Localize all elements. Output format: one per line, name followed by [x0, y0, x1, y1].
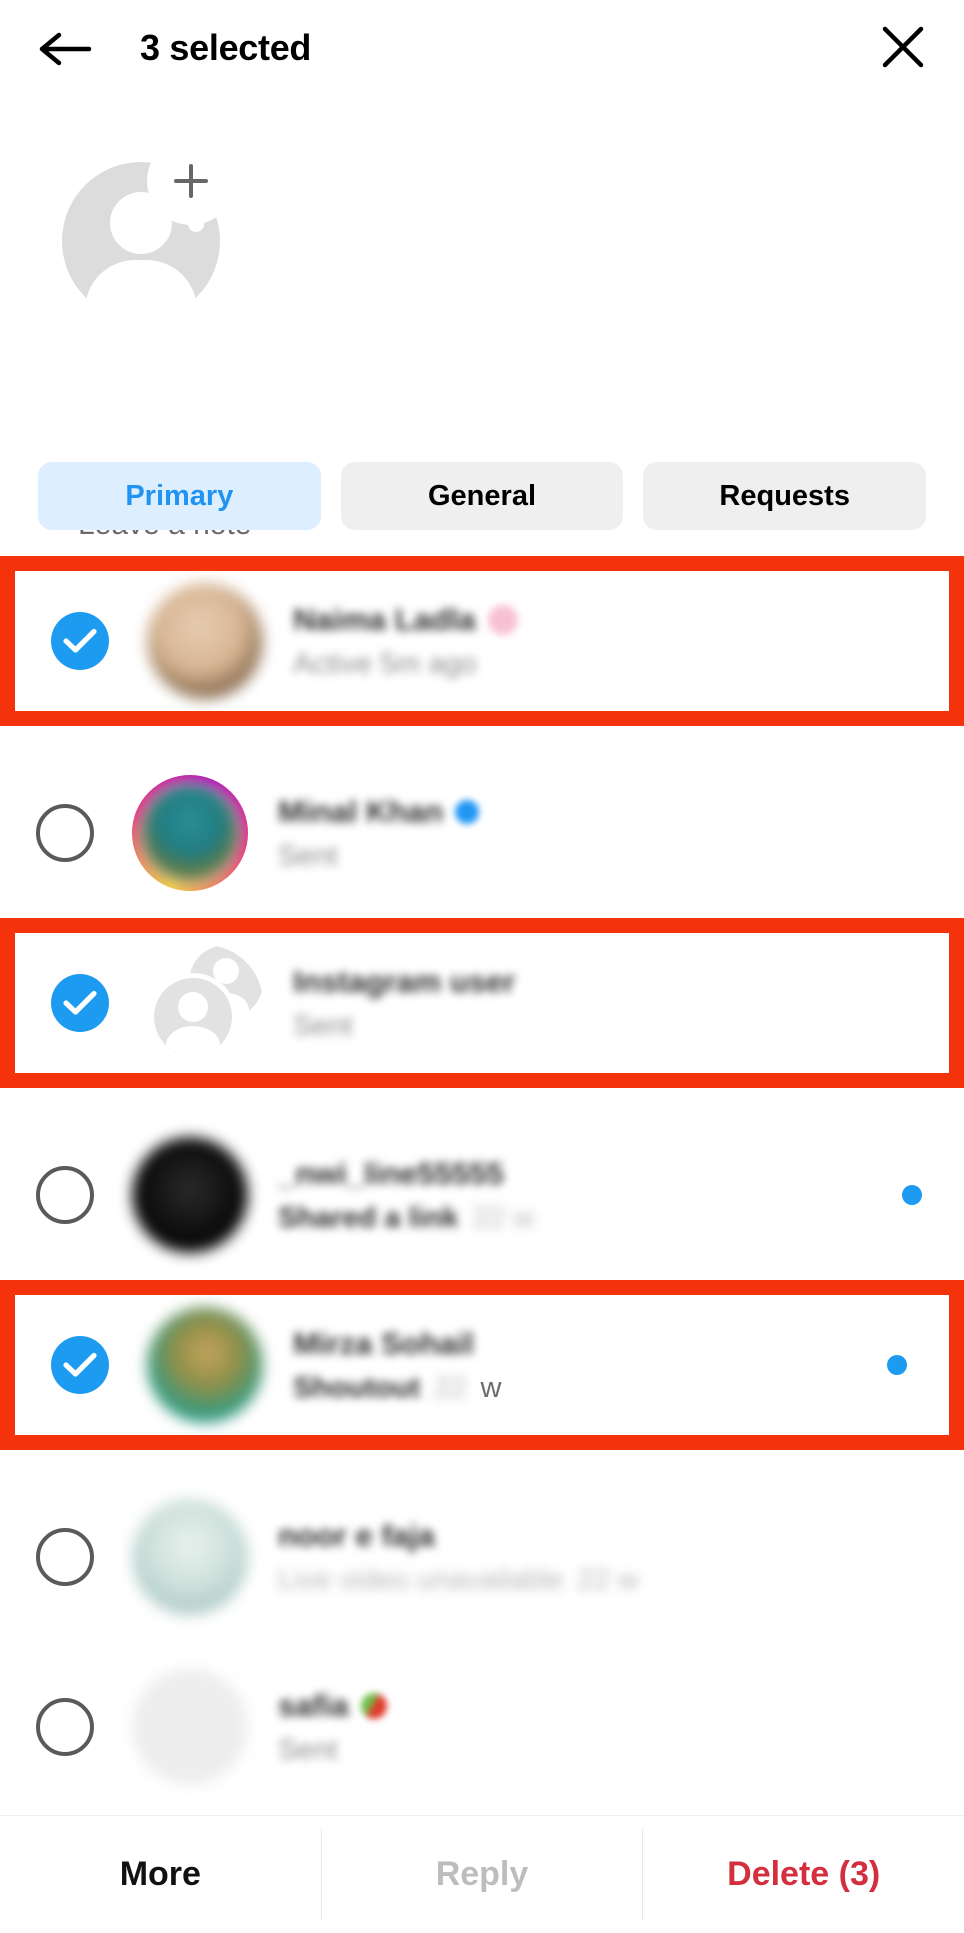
close-button[interactable]: [868, 14, 938, 84]
table-row[interactable]: _nwi_line55555 Shared a link 22 w: [0, 1110, 964, 1280]
row-checkbox-checked[interactable]: [51, 612, 109, 670]
tab-general[interactable]: General: [340, 462, 624, 530]
group-avatar[interactable]: [147, 945, 263, 1061]
pink-emoji-icon: [487, 604, 518, 635]
tab-primary[interactable]: Primary: [38, 462, 321, 530]
conversation-subtitle: Sent: [293, 1009, 353, 1042]
row-checkbox-checked[interactable]: [51, 974, 109, 1032]
avatar[interactable]: [132, 1669, 248, 1785]
arrow-left-icon: [37, 29, 93, 69]
avatar[interactable]: [147, 1307, 263, 1423]
conversation-subtitle: Sent: [278, 839, 338, 872]
conversation-timestamp-unit: w: [480, 1371, 502, 1404]
close-icon: [880, 24, 926, 75]
conversation-subtitle: Shared a link: [278, 1201, 459, 1234]
leave-a-note-section[interactable]: Leave a note: [0, 96, 964, 541]
avatar[interactable]: [132, 1137, 248, 1253]
row-gap: [0, 1088, 964, 1110]
conversation-name: _nwi_line55555: [278, 1155, 504, 1191]
unread-dot: [902, 1185, 922, 1205]
avatar-with-story-ring[interactable]: [132, 775, 248, 891]
row-texts: _nwi_line55555 Shared a link 22 w: [278, 1156, 964, 1235]
conversation-subtitle: Active 5m ago: [293, 647, 477, 680]
action-bar: More Reply Delete (3): [0, 1815, 964, 1933]
conversation-name: Mirza Sohail: [293, 1325, 474, 1361]
row-checkbox-unchecked[interactable]: [36, 1528, 94, 1586]
conversation-timestamp: 22 w: [577, 1563, 639, 1596]
row-checkbox-unchecked[interactable]: [36, 1698, 94, 1756]
conversation-name: Instagram user: [293, 963, 516, 999]
conversation-timestamp: 22: [434, 1371, 467, 1404]
conversation-timestamp: 22 w: [472, 1201, 534, 1234]
avatar[interactable]: [147, 583, 263, 699]
row-texts: Naima Ladla Active 5m ago: [293, 602, 949, 681]
table-row[interactable]: Mirza Sohail Shoutout 22 w: [0, 1280, 964, 1450]
header-bar: 3 selected: [0, 0, 964, 96]
tab-requests[interactable]: Requests: [643, 462, 927, 530]
table-row[interactable]: Minal Khan Sent: [0, 748, 964, 918]
instagram-inbox-selection-screen: 3 selected Leave a note Primary General: [0, 0, 964, 1933]
table-row[interactable]: noor e faja Live video unavailable 22 w: [0, 1472, 964, 1642]
row-texts: safia Sent: [278, 1688, 964, 1767]
add-note-button[interactable]: [150, 140, 232, 222]
table-row[interactable]: Naima Ladla Active 5m ago: [0, 556, 964, 726]
conversation-subtitle: Live video unavailable: [278, 1563, 564, 1596]
conversation-name: noor e faja: [278, 1517, 435, 1553]
conversation-subtitle: Shoutout: [293, 1371, 421, 1404]
row-texts: Instagram user Sent: [293, 964, 949, 1043]
conversation-subtitle: Sent: [278, 1733, 338, 1766]
green-red-emoji-icon: [360, 1692, 387, 1719]
conversation-name: safia: [278, 1687, 349, 1723]
delete-button[interactable]: Delete (3): [643, 1816, 964, 1933]
row-checkbox-unchecked[interactable]: [36, 1166, 94, 1224]
table-row[interactable]: Instagram user Sent: [0, 918, 964, 1088]
avatar-body: [85, 260, 197, 320]
row-texts: Mirza Sohail Shoutout 22 w: [293, 1326, 949, 1405]
row-gap: [0, 726, 964, 748]
conversation-name: Naima Ladla: [293, 601, 476, 637]
reply-button[interactable]: Reply: [322, 1816, 643, 1933]
more-button[interactable]: More: [0, 1816, 321, 1933]
row-gap: [0, 1450, 964, 1472]
row-checkbox-checked[interactable]: [51, 1336, 109, 1394]
note-avatar-wrap[interactable]: [62, 140, 232, 320]
back-button[interactable]: [30, 14, 100, 84]
inbox-tabs: Primary General Requests: [0, 462, 964, 530]
avatar[interactable]: [132, 1499, 248, 1615]
row-texts: Minal Khan Sent: [278, 794, 964, 873]
unread-dot: [887, 1355, 907, 1375]
verified-badge-icon: [455, 799, 480, 824]
row-checkbox-unchecked[interactable]: [36, 804, 94, 862]
conversation-list: Naima Ladla Active 5m ago Minal Khan Sen…: [0, 556, 964, 1812]
page-title: 3 selected: [140, 27, 312, 68]
plus-icon: [174, 164, 208, 198]
conversation-name: Minal Khan: [278, 793, 444, 829]
table-row[interactable]: safia Sent: [0, 1642, 964, 1812]
row-texts: noor e faja Live video unavailable 22 w: [278, 1518, 964, 1597]
